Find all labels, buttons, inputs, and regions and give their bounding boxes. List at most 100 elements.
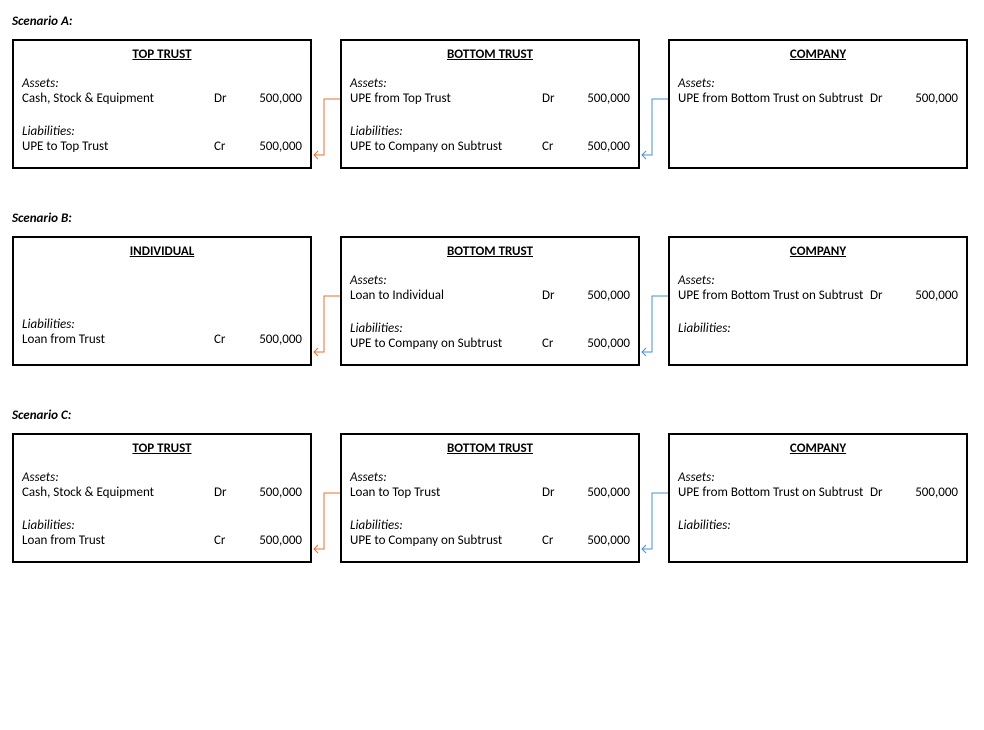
liab-label: Liabilities: — [678, 321, 958, 336]
connector-arrow-icon — [312, 95, 342, 159]
scenario-b-box-company: COMPANY Assets: UPE from Bottom Trust on… — [668, 236, 968, 366]
line-drcr: Cr — [214, 332, 242, 347]
line-drcr: Dr — [870, 288, 898, 303]
entity-title: COMPANY — [678, 47, 958, 62]
line-amt: 500,000 — [570, 485, 630, 500]
scenario-c-row: TOP TRUST Assets: Cash, Stock & Equipmen… — [12, 433, 972, 563]
line-desc: Loan to Top Trust — [350, 485, 542, 500]
line-item: UPE from Bottom Trust on Subtrust Dr 500… — [678, 288, 958, 303]
entity-title: TOP TRUST — [22, 47, 302, 62]
line-item: Cash, Stock & Equipment Dr 500,000 — [22, 91, 302, 106]
line-desc: UPE from Bottom Trust on Subtrust — [678, 91, 870, 106]
line-amt: 500,000 — [898, 91, 958, 106]
line-amt: 500,000 — [242, 485, 302, 500]
line-desc: UPE from Top Trust — [350, 91, 542, 106]
scenario-b-label: Scenario B: — [12, 211, 972, 226]
connector-arrow-icon — [312, 489, 342, 553]
line-item: Loan to Top Trust Dr 500,000 — [350, 485, 630, 500]
line-desc: Loan from Trust — [22, 332, 214, 347]
line-drcr: Dr — [870, 91, 898, 106]
line-amt: 500,000 — [570, 533, 630, 548]
assets-label: Assets: — [678, 76, 958, 91]
line-desc: Cash, Stock & Equipment — [22, 485, 214, 500]
connector-arrow-icon — [640, 292, 670, 356]
line-desc: Loan to Individual — [350, 288, 542, 303]
scenario-b-box-bottom-trust: BOTTOM TRUST Assets: Loan to Individual … — [340, 236, 640, 366]
scenario-b-box-individual: INDIVIDUAL Liabilities: Loan from Trust … — [12, 236, 312, 366]
scenario-a-label: Scenario A: — [12, 14, 972, 29]
connector-arrow-icon — [640, 95, 670, 159]
entity-title: TOP TRUST — [22, 441, 302, 456]
line-item: Cash, Stock & Equipment Dr 500,000 — [22, 485, 302, 500]
line-drcr: Cr — [542, 533, 570, 548]
line-drcr: Dr — [542, 91, 570, 106]
line-drcr: Cr — [542, 139, 570, 154]
entity-title: BOTTOM TRUST — [350, 47, 630, 62]
line-amt: 500,000 — [570, 336, 630, 351]
line-amt: 500,000 — [242, 91, 302, 106]
assets-label: Assets: — [350, 273, 630, 288]
line-item: Loan to Individual Dr 500,000 — [350, 288, 630, 303]
line-desc: UPE to Company on Subtrust — [350, 533, 542, 548]
line-drcr: Cr — [214, 533, 242, 548]
line-item: Loan from Trust Cr 500,000 — [22, 533, 302, 548]
scenario-a-box-top-trust: TOP TRUST Assets: Cash, Stock & Equipmen… — [12, 39, 312, 169]
scenario-a-box-bottom-trust: BOTTOM TRUST Assets: UPE from Top Trust … — [340, 39, 640, 169]
liab-label: Liabilities: — [22, 518, 302, 533]
line-desc: UPE from Bottom Trust on Subtrust — [678, 288, 870, 303]
scenario-c-box-top-trust: TOP TRUST Assets: Cash, Stock & Equipmen… — [12, 433, 312, 563]
scenario-c-box-bottom-trust: BOTTOM TRUST Assets: Loan to Top Trust D… — [340, 433, 640, 563]
line-drcr: Dr — [542, 485, 570, 500]
line-drcr: Dr — [214, 485, 242, 500]
line-item: UPE to Company on Subtrust Cr 500,000 — [350, 533, 630, 548]
line-drcr: Dr — [214, 91, 242, 106]
line-amt: 500,000 — [898, 485, 958, 500]
connector-arrow-icon — [312, 292, 342, 356]
line-amt: 500,000 — [570, 91, 630, 106]
line-desc: UPE to Company on Subtrust — [350, 336, 542, 351]
scenario-c-box-company: COMPANY Assets: UPE from Bottom Trust on… — [668, 433, 968, 563]
line-item: UPE to Top Trust Cr 500,000 — [22, 139, 302, 154]
assets-label: Assets: — [350, 76, 630, 91]
line-drcr: Cr — [542, 336, 570, 351]
line-amt: 500,000 — [242, 139, 302, 154]
assets-label: Assets: — [22, 76, 302, 91]
line-item: UPE to Company on Subtrust Cr 500,000 — [350, 139, 630, 154]
line-desc: UPE from Bottom Trust on Subtrust — [678, 485, 870, 500]
line-amt: 500,000 — [242, 332, 302, 347]
assets-label: Assets: — [350, 470, 630, 485]
liab-label: Liabilities: — [350, 124, 630, 139]
scenario-a-box-company: COMPANY Assets: UPE from Bottom Trust on… — [668, 39, 968, 169]
liab-label: Liabilities: — [350, 321, 630, 336]
entity-title: COMPANY — [678, 244, 958, 259]
assets-label: Assets: — [22, 470, 302, 485]
line-desc: Loan from Trust — [22, 533, 214, 548]
scenario-c-label: Scenario C: — [12, 408, 972, 423]
line-drcr: Dr — [542, 288, 570, 303]
liab-label: Liabilities: — [678, 518, 958, 533]
entity-title: INDIVIDUAL — [22, 244, 302, 259]
line-amt: 500,000 — [570, 288, 630, 303]
line-item: UPE from Bottom Trust on Subtrust Dr 500… — [678, 91, 958, 106]
connector-arrow-icon — [640, 489, 670, 553]
line-item: Loan from Trust Cr 500,000 — [22, 332, 302, 347]
entity-title: BOTTOM TRUST — [350, 441, 630, 456]
liab-label: Liabilities: — [350, 518, 630, 533]
line-drcr: Cr — [214, 139, 242, 154]
line-amt: 500,000 — [898, 288, 958, 303]
liab-label: Liabilities: — [22, 124, 302, 139]
line-drcr: Dr — [870, 485, 898, 500]
line-item: UPE from Top Trust Dr 500,000 — [350, 91, 630, 106]
line-item: UPE to Company on Subtrust Cr 500,000 — [350, 336, 630, 351]
scenario-b-row: INDIVIDUAL Liabilities: Loan from Trust … — [12, 236, 972, 366]
entity-title: COMPANY — [678, 441, 958, 456]
line-desc: UPE to Company on Subtrust — [350, 139, 542, 154]
line-amt: 500,000 — [242, 533, 302, 548]
line-desc: UPE to Top Trust — [22, 139, 214, 154]
line-amt: 500,000 — [570, 139, 630, 154]
assets-label: Assets: — [678, 470, 958, 485]
assets-label: Assets: — [678, 273, 958, 288]
line-desc: Cash, Stock & Equipment — [22, 91, 214, 106]
liab-label: Liabilities: — [22, 317, 302, 332]
line-item: UPE from Bottom Trust on Subtrust Dr 500… — [678, 485, 958, 500]
